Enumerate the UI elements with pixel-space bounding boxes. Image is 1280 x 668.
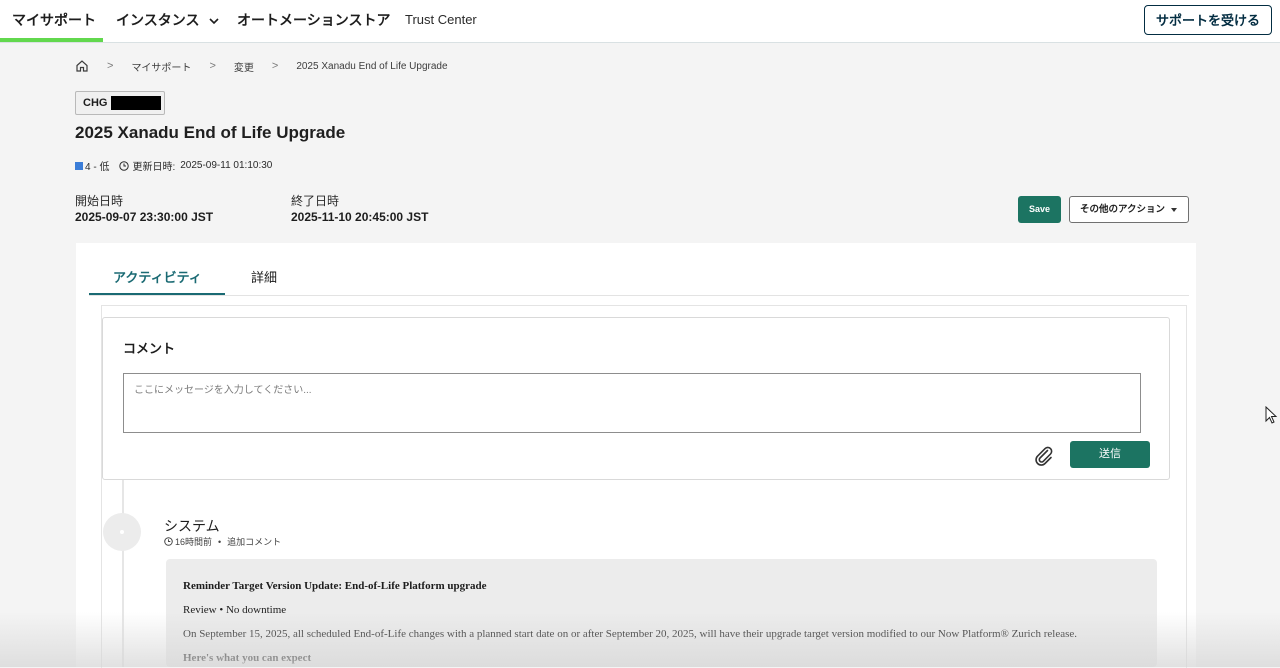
breadcrumb-separator: > [209,60,216,72]
caret-down-icon [1171,208,1177,212]
priority-indicator [75,161,83,170]
entry-time: 16時間前 [175,537,213,547]
start-value: 2025-09-07 23:30:00 JST [75,210,214,224]
record-meta: 4 - 低 更新日時: 2025-09-11 01:10:30 [75,158,272,173]
start-label: 開始日時 [75,194,124,208]
clock-icon [164,537,173,546]
active-tab-indicator [89,293,225,295]
activity-card: アクティビティ 詳細 コメント ここにメッセージを入力してください... 送信 … [76,243,1196,668]
entry-meta: 16時間前 • 追加コメント [164,535,281,548]
clock-icon [119,160,130,171]
system-avatar [103,513,141,551]
tab-details[interactable]: 詳細 [251,267,277,286]
entry-body-line: Review • No downtime [183,604,287,616]
breadcrumb-change[interactable]: 変更 [234,59,254,74]
comment-title: コメント [123,341,176,356]
tab-activity[interactable]: アクティビティ [113,267,202,286]
updated-value: 2025-09-11 01:10:30 [180,160,273,171]
end-value: 2025-11-10 20:45:00 JST [291,210,429,224]
breadcrumb-my-support[interactable]: マイサポート [131,59,191,74]
meta-separator: • [218,536,222,547]
end-label: 終了日時 [291,194,340,208]
end-datetime: 終了日時 2025-11-10 20:45:00 JST [291,192,428,224]
get-support-button[interactable]: サポートを受ける [1143,5,1272,35]
mouse-cursor-icon [1265,406,1278,424]
start-datetime: 開始日時 2025-09-07 23:30:00 JST [75,192,213,224]
top-navigation: マイサポート インスタンス オートメーションストア Trust Center サ… [0,0,1280,43]
breadcrumb-separator: > [107,60,114,72]
entry-body-subheading: Here's what you can expect [183,652,312,664]
breadcrumb-separator: > [271,60,279,72]
nav-automation-store[interactable]: オートメーションストア [237,0,390,42]
send-button[interactable]: 送信 [1070,441,1150,468]
comment-input[interactable]: ここにメッセージを入力してください... [123,373,1141,433]
entry-body: Reminder Target Version Update: End-of-L… [166,559,1157,667]
redacted-block [111,96,161,110]
record-number-prefix: CHG [83,97,108,109]
page-title: 2025 Xanadu End of Life Upgrade [75,123,346,142]
nav-my-support[interactable]: マイサポート [12,0,96,42]
entry-body-line: On September 15, 2025, all scheduled End… [183,628,1077,640]
record-number-badge: CHG [75,91,165,115]
breadcrumb-current: 2025 Xanadu End of Life Upgrade [296,60,448,72]
save-button[interactable]: Save [1018,196,1061,223]
comment-composer: コメント ここにメッセージを入力してください... 送信 [102,317,1170,480]
chevron-down-icon [209,18,219,24]
paperclip-icon[interactable] [1033,445,1055,467]
entry-author: システム [164,518,220,534]
timeline-line [122,480,124,667]
nav-active-indicator [0,38,103,42]
priority-label: 4 - 低 [85,162,110,173]
entry-type: 追加コメント [227,537,282,547]
home-icon[interactable] [75,59,89,73]
breadcrumb: > マイサポート > 変更 > 2025 Xanadu End of Life … [75,58,448,74]
nav-instances-label: インスタンス [116,12,200,28]
updated-label: 更新日時: [132,162,176,173]
more-actions-dropdown[interactable]: その他のアクション [1069,196,1189,223]
tab-bar: アクティビティ 詳細 [89,257,1189,296]
nav-instances[interactable]: インスタンス [116,0,219,42]
nav-trust-center[interactable]: Trust Center [405,0,477,42]
more-actions-label: その他のアクション [1080,204,1166,215]
entry-body-heading: Reminder Target Version Update: End-of-L… [183,580,487,592]
